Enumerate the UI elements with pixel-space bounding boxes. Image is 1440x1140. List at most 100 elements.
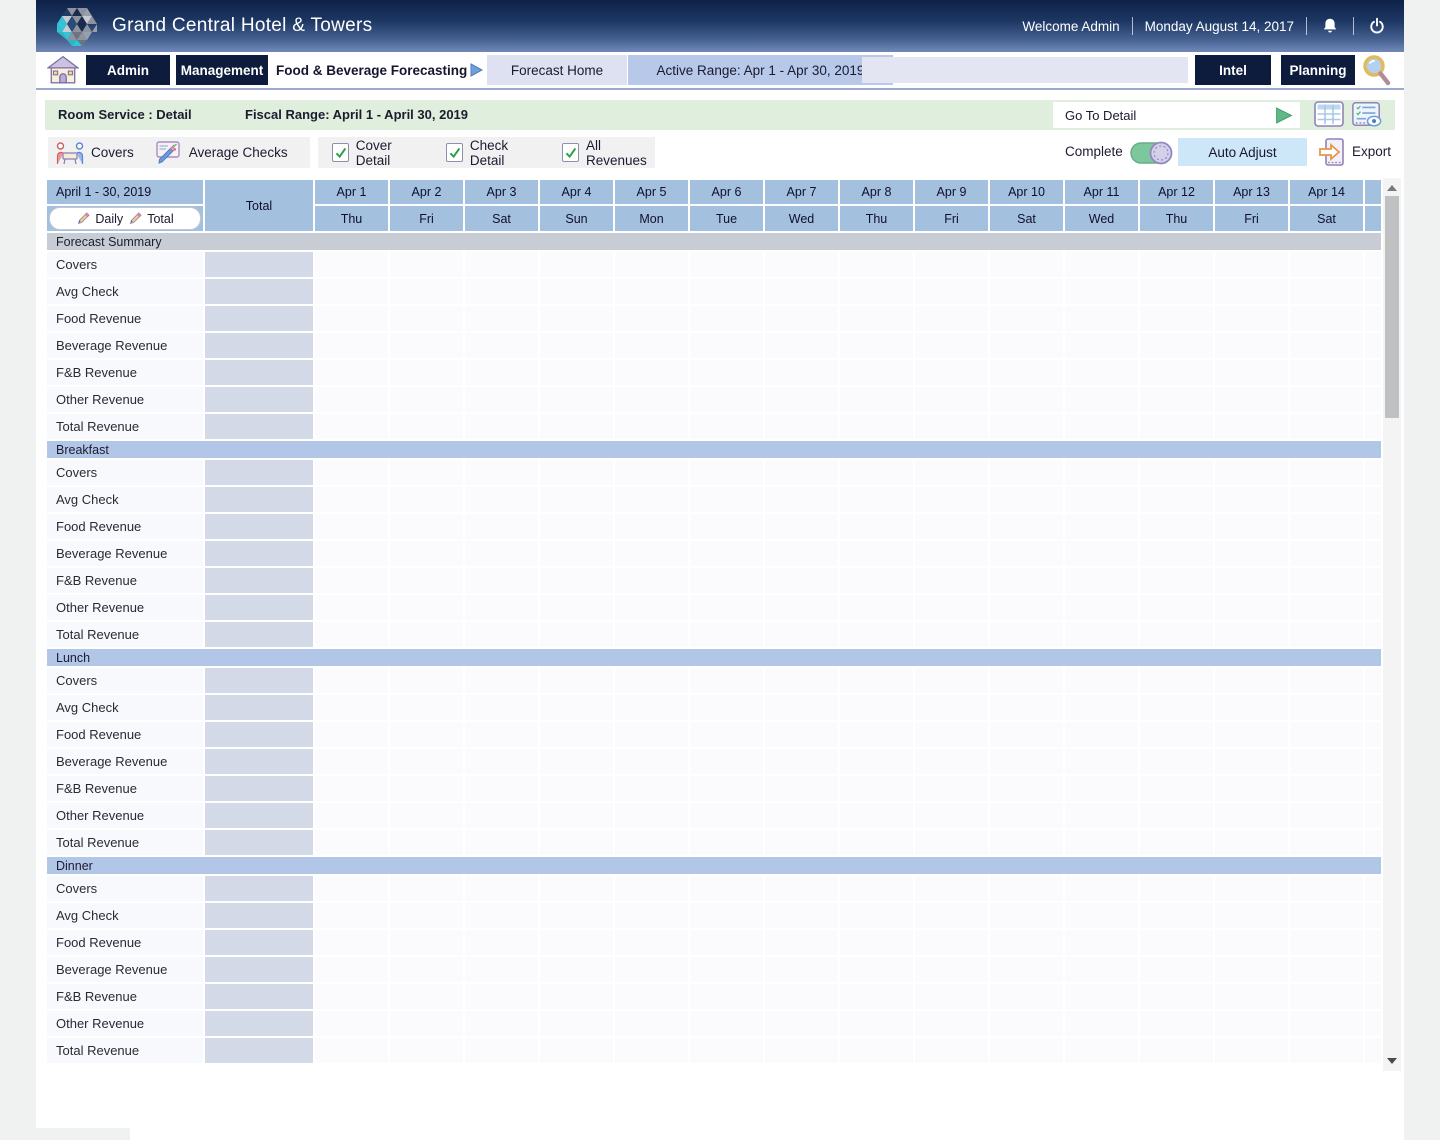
power-logout-icon[interactable] bbox=[1366, 15, 1388, 37]
grid-cell[interactable] bbox=[540, 514, 613, 539]
grid-cell[interactable] bbox=[390, 387, 463, 412]
grid-cell[interactable] bbox=[1290, 414, 1363, 439]
grid-cell[interactable] bbox=[690, 957, 763, 982]
grid-cell[interactable] bbox=[1065, 984, 1138, 1009]
grid-cell[interactable] bbox=[1065, 803, 1138, 828]
grid-cell[interactable] bbox=[1290, 333, 1363, 358]
grid-cell[interactable] bbox=[1215, 360, 1288, 385]
grid-cell[interactable] bbox=[315, 930, 388, 955]
grid-cell[interactable] bbox=[1215, 957, 1288, 982]
grid-cell[interactable] bbox=[615, 252, 688, 277]
grid-cell[interactable] bbox=[915, 279, 988, 304]
grid-cell[interactable] bbox=[615, 803, 688, 828]
grid-cell[interactable] bbox=[390, 984, 463, 1009]
grid-cell[interactable] bbox=[315, 830, 388, 855]
grid-cell[interactable] bbox=[315, 414, 388, 439]
grid-cell[interactable] bbox=[1140, 1038, 1213, 1063]
grid-cell[interactable] bbox=[840, 1038, 913, 1063]
grid-cell[interactable] bbox=[690, 722, 763, 747]
grid-cell[interactable] bbox=[390, 957, 463, 982]
grid-cell[interactable] bbox=[615, 722, 688, 747]
grid-cell[interactable] bbox=[390, 568, 463, 593]
grid-cell[interactable] bbox=[1140, 514, 1213, 539]
grid-cell[interactable] bbox=[540, 541, 613, 566]
nav-forecast-home-button[interactable]: Forecast Home bbox=[487, 55, 627, 85]
grid-cell[interactable] bbox=[615, 930, 688, 955]
grid-cell[interactable] bbox=[465, 360, 538, 385]
grid-cell[interactable] bbox=[1065, 387, 1138, 412]
grid-cell[interactable] bbox=[1065, 333, 1138, 358]
grid-cell[interactable] bbox=[990, 957, 1063, 982]
grid-cell[interactable] bbox=[1215, 333, 1288, 358]
grid-cell[interactable] bbox=[840, 306, 913, 331]
grid-cell[interactable] bbox=[1140, 984, 1213, 1009]
grid-cell[interactable] bbox=[690, 930, 763, 955]
grid-cell[interactable] bbox=[765, 252, 838, 277]
grid-cell[interactable] bbox=[465, 514, 538, 539]
grid-cell[interactable] bbox=[1140, 568, 1213, 593]
grid-cell[interactable] bbox=[915, 722, 988, 747]
scroll-down-button[interactable] bbox=[1383, 1053, 1401, 1069]
nav-planning-button[interactable]: Planning bbox=[1281, 55, 1355, 85]
grid-cell[interactable] bbox=[315, 306, 388, 331]
grid-cell[interactable] bbox=[990, 876, 1063, 901]
grid-cell[interactable] bbox=[765, 749, 838, 774]
grid-cell[interactable] bbox=[1215, 252, 1288, 277]
grid-cell[interactable] bbox=[1290, 749, 1363, 774]
grid-cell[interactable] bbox=[615, 749, 688, 774]
grid-cell[interactable] bbox=[1140, 360, 1213, 385]
grid-cell[interactable] bbox=[1140, 749, 1213, 774]
grid-cell[interactable] bbox=[840, 803, 913, 828]
grid-cell[interactable] bbox=[1215, 568, 1288, 593]
grid-cell[interactable] bbox=[465, 803, 538, 828]
grid-cell[interactable] bbox=[1290, 903, 1363, 928]
grid-cell[interactable] bbox=[690, 387, 763, 412]
grid-cell[interactable] bbox=[315, 749, 388, 774]
report-preview-icon[interactable] bbox=[1351, 99, 1383, 129]
check-detail-checkbox[interactable]: Check Detail bbox=[446, 138, 536, 168]
grid-cell[interactable] bbox=[765, 930, 838, 955]
grid-cell[interactable] bbox=[840, 776, 913, 801]
grid-cell[interactable] bbox=[765, 279, 838, 304]
grid-cell[interactable] bbox=[915, 930, 988, 955]
grid-cell[interactable] bbox=[840, 595, 913, 620]
grid-cell[interactable] bbox=[615, 279, 688, 304]
grid-cell[interactable] bbox=[990, 749, 1063, 774]
grid-cell[interactable] bbox=[1215, 830, 1288, 855]
grid-cell[interactable] bbox=[465, 333, 538, 358]
grid-cell[interactable] bbox=[390, 306, 463, 331]
grid-cell[interactable] bbox=[1290, 803, 1363, 828]
grid-cell[interactable] bbox=[465, 722, 538, 747]
grid-cell[interactable] bbox=[765, 541, 838, 566]
grid-cell[interactable] bbox=[915, 903, 988, 928]
grid-cell[interactable] bbox=[1215, 460, 1288, 485]
grid-cell[interactable] bbox=[540, 803, 613, 828]
daily-edit-button[interactable]: Daily bbox=[76, 211, 123, 226]
grid-cell[interactable] bbox=[465, 749, 538, 774]
grid-cell[interactable] bbox=[465, 252, 538, 277]
grid-cell[interactable] bbox=[1215, 1038, 1288, 1063]
grid-cell[interactable] bbox=[840, 622, 913, 647]
grid-cell[interactable] bbox=[390, 830, 463, 855]
grid-cell[interactable] bbox=[540, 876, 613, 901]
grid-cell[interactable] bbox=[1065, 279, 1138, 304]
grid-cell[interactable] bbox=[1290, 930, 1363, 955]
grid-cell[interactable] bbox=[1290, 1011, 1363, 1036]
grid-cell[interactable] bbox=[1290, 722, 1363, 747]
grid-cell[interactable] bbox=[1215, 722, 1288, 747]
grid-cell[interactable] bbox=[840, 568, 913, 593]
grid-cell[interactable] bbox=[390, 460, 463, 485]
cover-detail-checkbox[interactable]: Cover Detail bbox=[332, 138, 420, 168]
grid-cell[interactable] bbox=[840, 1011, 913, 1036]
grid-cell[interactable] bbox=[690, 252, 763, 277]
grid-cell[interactable] bbox=[990, 487, 1063, 512]
grid-cell[interactable] bbox=[915, 387, 988, 412]
grid-cell[interactable] bbox=[1065, 568, 1138, 593]
grid-cell[interactable] bbox=[615, 903, 688, 928]
grid-cell[interactable] bbox=[540, 1038, 613, 1063]
grid-cell[interactable] bbox=[690, 695, 763, 720]
grid-cell[interactable] bbox=[465, 984, 538, 1009]
grid-cell[interactable] bbox=[615, 541, 688, 566]
grid-cell[interactable] bbox=[990, 460, 1063, 485]
grid-cell[interactable] bbox=[690, 903, 763, 928]
